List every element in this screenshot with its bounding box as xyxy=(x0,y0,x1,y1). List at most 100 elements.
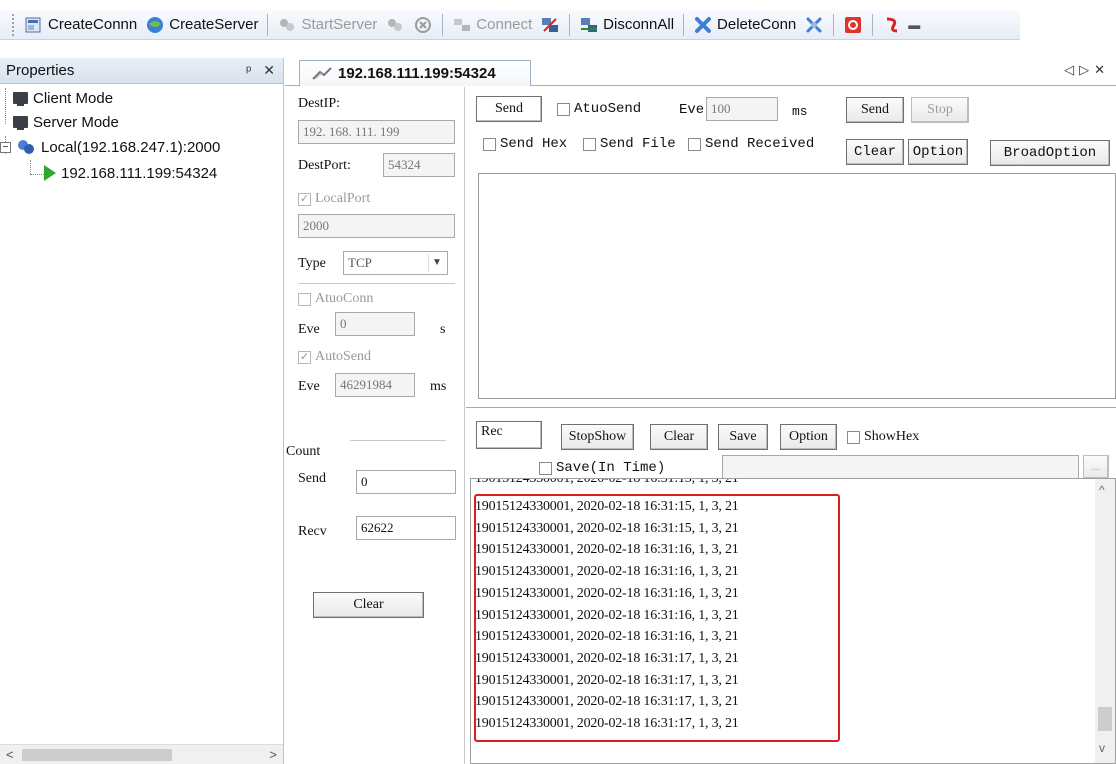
browse-button[interactable]: ... xyxy=(1083,455,1109,479)
scroll-up-icon[interactable]: ^ xyxy=(1099,483,1105,497)
tree-line xyxy=(30,174,44,175)
delete-all-icon xyxy=(806,17,822,32)
show-hex-label: ShowHex xyxy=(864,429,920,444)
server-icon-button[interactable] xyxy=(381,12,409,38)
stop-button[interactable]: Stop xyxy=(911,97,969,123)
checkbox-icon xyxy=(539,461,552,475)
log-line: 19015124330001, 2020-02-18 16:31:16, 1, … xyxy=(475,607,739,623)
scrollbar-thumb[interactable] xyxy=(22,749,172,761)
pin-icon[interactable]: ᵖ xyxy=(246,62,251,79)
stop-server-button[interactable] xyxy=(409,12,437,38)
start-server-button[interactable]: StartServer xyxy=(273,12,381,38)
type-select[interactable]: TCP ▼ xyxy=(343,251,448,275)
clear-count-button[interactable]: Clear xyxy=(313,592,424,618)
stop-show-button[interactable]: StopShow xyxy=(561,424,634,450)
send-hex-label: Send Hex xyxy=(500,136,568,152)
connect-label: Connect xyxy=(476,16,533,33)
count-label: Count xyxy=(286,444,321,459)
auto-send-label: AutoSend xyxy=(315,349,371,364)
eve-conn-label: Eve xyxy=(298,322,320,337)
send-textarea[interactable] xyxy=(478,173,1116,399)
tree-item-local[interactable]: Local(192.168.247.1):2000 xyxy=(16,135,220,159)
disconnect-all-icon xyxy=(581,17,598,32)
create-server-button[interactable]: CreateServer xyxy=(141,12,262,38)
tab-send[interactable]: Send xyxy=(476,96,542,122)
main-toolbar: CreateConnn CreateServer StartServer Con… xyxy=(0,0,1116,58)
toolbar-separator xyxy=(267,13,269,36)
send-hex-checkbox[interactable]: Send Hex xyxy=(483,136,567,152)
send-eve-field[interactable]: 100 xyxy=(706,97,778,121)
close-icon[interactable]: ✕ xyxy=(263,62,275,79)
tab-nav-controls[interactable]: ◁▷✕ xyxy=(1064,62,1110,78)
collapse-toggle-icon[interactable]: − xyxy=(0,142,11,153)
checkbox-icon xyxy=(557,102,570,116)
send-received-checkbox[interactable]: Send Received xyxy=(688,136,814,152)
scroll-down-icon[interactable]: v xyxy=(1099,741,1105,755)
checkbox-icon: ✓ xyxy=(298,350,311,364)
tree-item-server-mode[interactable]: Server Mode xyxy=(4,110,119,134)
toolbar-overflow-icon[interactable]: ▬ xyxy=(908,18,920,32)
auto-conn-checkbox[interactable]: AtuoConn xyxy=(298,291,373,307)
log-line: 19015124330001, 2020-02-18 16:31:16, 1, … xyxy=(475,564,739,580)
dest-ip-field[interactable]: 192. 168. 111. 199 xyxy=(298,120,455,144)
count-group-divider xyxy=(350,440,446,441)
disconnect-all-button[interactable]: DisconnAll xyxy=(575,12,678,38)
local-port-label: LocalPort xyxy=(315,191,371,206)
save-path-field[interactable] xyxy=(722,455,1079,479)
properties-panel: Properties ᵖ ✕ Client Mode Server Mode −… xyxy=(0,58,284,764)
save-rec-button[interactable]: Save xyxy=(718,424,768,450)
delete-connection-button[interactable]: DeleteConn xyxy=(689,12,800,38)
recv-count-field[interactable]: 62622 xyxy=(356,516,456,540)
send-count-field[interactable]: 0 xyxy=(356,470,456,494)
scroll-left-icon[interactable]: < xyxy=(6,747,14,762)
tab-connection[interactable]: 192.168.111.199:54324 xyxy=(299,60,531,87)
checkbox-icon: ✓ xyxy=(298,192,311,206)
connect-alt-button[interactable] xyxy=(536,12,564,38)
exit-button[interactable] xyxy=(878,12,906,38)
connect-button[interactable]: Connect xyxy=(448,12,536,38)
create-server-icon xyxy=(147,16,164,33)
receive-log-scrollbar[interactable]: ^ v xyxy=(1095,479,1115,763)
tree-item-connection[interactable]: 192.168.111.199:54324 xyxy=(44,161,218,185)
delete-all-button[interactable] xyxy=(800,12,828,38)
tab-rec[interactable]: Rec xyxy=(476,421,542,449)
tree-item-client-mode[interactable]: Client Mode xyxy=(4,86,113,110)
send-file-checkbox[interactable]: Send File xyxy=(583,136,676,152)
auto-send-toggle[interactable]: AtuoSend xyxy=(557,101,641,117)
dest-port-field[interactable]: 54324 xyxy=(383,153,455,177)
local-port-checkbox[interactable]: ✓ LocalPort xyxy=(298,191,370,207)
power-icon xyxy=(845,16,862,33)
clear-rec-button[interactable]: Clear xyxy=(650,424,708,450)
broad-option-button[interactable]: BroadOption xyxy=(990,140,1110,166)
send-button[interactable]: Send xyxy=(846,97,904,123)
network-connect-icon xyxy=(542,17,559,32)
create-connection-button[interactable]: CreateConnn xyxy=(20,12,141,38)
exit-icon xyxy=(887,17,898,32)
toolbar-grip[interactable] xyxy=(12,13,16,36)
show-hex-checkbox[interactable]: ShowHex xyxy=(847,429,919,445)
tree-item-label: Client Mode xyxy=(33,89,114,107)
log-line: 19015124330001, 2020-02-18 16:31:17, 1, … xyxy=(475,694,739,710)
eve-conn-field[interactable]: 0 xyxy=(335,312,415,336)
local-port-field[interactable]: 2000 xyxy=(298,214,455,238)
connect-icon xyxy=(454,18,471,31)
properties-horizontal-scrollbar[interactable]: < > xyxy=(0,744,283,764)
save-in-time-checkbox[interactable]: Save(In Time) xyxy=(539,460,665,476)
eve-send-field[interactable]: 46291984 xyxy=(335,373,415,397)
connection-tree: Client Mode Server Mode − Local(192.168.… xyxy=(0,84,283,185)
connection-tab-icon xyxy=(312,66,332,80)
play-icon xyxy=(44,165,56,181)
receive-log[interactable]: 19015124330001, 2020-02-18 16:31:15, 1, … xyxy=(470,478,1116,764)
option-rec-button[interactable]: Option xyxy=(780,424,837,450)
type-label: Type xyxy=(298,256,326,271)
scroll-right-icon[interactable]: > xyxy=(269,747,277,762)
log-line: 19015124330001, 2020-02-18 16:31:15, 1, … xyxy=(475,520,739,536)
toolbar-separator xyxy=(872,13,874,36)
scrollbar-thumb[interactable] xyxy=(1098,707,1112,731)
option-send-button[interactable]: Option xyxy=(908,139,968,165)
dest-port-label: DestPort: xyxy=(298,158,351,173)
power-button[interactable] xyxy=(839,12,867,38)
clear-send-button[interactable]: Clear xyxy=(846,139,904,165)
auto-send-checkbox[interactable]: ✓ AutoSend xyxy=(298,349,371,365)
start-server-label: StartServer xyxy=(301,16,378,33)
